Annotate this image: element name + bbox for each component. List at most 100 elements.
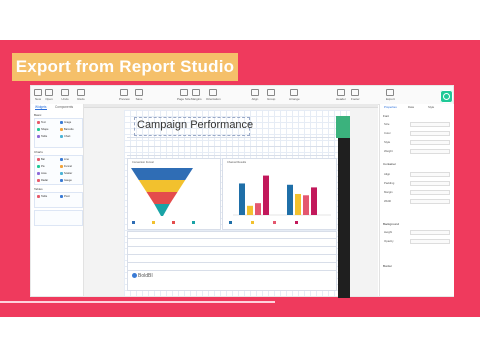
details-table[interactable] — [127, 231, 337, 291]
accent-divider — [0, 301, 275, 303]
widget-item-scatter[interactable]: Scatter — [60, 172, 72, 175]
table-icon — [37, 195, 40, 198]
prop-input-opacity[interactable] — [410, 239, 450, 244]
tab-components[interactable]: Components — [55, 105, 73, 109]
prop-input-size[interactable] — [410, 122, 450, 127]
properties-panel: Properties Data Style Font Container Backg… — [379, 104, 454, 296]
widget-item-table[interactable]: Table — [37, 195, 47, 198]
image-element-side[interactable] — [338, 138, 350, 298]
design-canvas[interactable]: Campaign Performance Conversion Funnel C… — [84, 104, 378, 298]
logo-mark-icon — [132, 273, 137, 279]
funnel-stage-3 — [146, 192, 178, 204]
prop-input-padding[interactable] — [410, 181, 450, 186]
table-widgets-group-2 — [34, 210, 83, 226]
section-font[interactable]: Font — [383, 114, 389, 118]
prop-label-margin: Margin — [384, 190, 393, 194]
open-icon — [45, 89, 53, 96]
toolbar-page-size-button[interactable]: Page Size — [177, 89, 191, 101]
toolbar-margins-button[interactable]: Margins — [191, 89, 202, 101]
export-icon — [386, 89, 395, 96]
prop-label-height: Height — [384, 230, 393, 234]
report-title[interactable]: Campaign Performance — [137, 119, 253, 131]
save-icon — [135, 89, 143, 96]
bar-legend-swatch — [251, 221, 254, 224]
prop-input-weight[interactable] — [410, 149, 450, 154]
widget-item-shape[interactable]: Shape — [37, 128, 49, 131]
widget-item-label: Line — [64, 158, 69, 162]
widget-item-radar[interactable]: Radar — [37, 179, 48, 182]
barcode-icon — [60, 128, 63, 131]
tab-data[interactable]: Data — [408, 105, 414, 109]
section-charts[interactable]: Charts — [34, 150, 43, 154]
logo-text: BoldBI — [138, 273, 153, 279]
tab-style[interactable]: Style — [428, 105, 434, 109]
widget-item-chart[interactable]: Chart — [60, 135, 70, 138]
export-action-button[interactable] — [440, 90, 453, 103]
toolbar-orientation-button[interactable]: Orientation — [206, 89, 221, 101]
company-logo: BoldBI — [132, 273, 153, 279]
table-row-line — [127, 155, 335, 156]
toolbar-footer-button[interactable]: Footer — [351, 89, 360, 101]
export-icon — [443, 93, 450, 100]
section-border[interactable]: Border — [383, 264, 392, 268]
image-element-top[interactable] — [336, 116, 350, 138]
funnel-chart — [131, 168, 195, 224]
section-tables[interactable]: Tables — [34, 187, 43, 191]
tab-properties[interactable]: Properties — [384, 105, 397, 109]
toolbar-group-button[interactable]: Group — [267, 89, 275, 101]
section-basic[interactable]: Basic — [34, 113, 41, 117]
chart-widgets-group: Bar Line Pie Funnel Area Scatter Radar Gauge — [34, 155, 83, 185]
widget-item-image[interactable]: Image — [60, 121, 71, 124]
toolbar-undo-button[interactable]: Undo — [61, 89, 69, 101]
prop-input-height[interactable] — [410, 230, 450, 235]
bar-0-2 — [255, 203, 261, 215]
toolbar-redo-button[interactable]: Redo — [77, 89, 85, 101]
section-container[interactable]: Container — [383, 162, 396, 166]
header-icon — [336, 89, 345, 96]
prop-input-style[interactable] — [410, 140, 450, 145]
toolbar-new-button[interactable]: New — [34, 89, 42, 101]
orientation-icon — [209, 89, 218, 96]
prop-label-style: Style — [384, 140, 391, 144]
bar-0-0 — [239, 183, 245, 215]
prop-input-color[interactable] — [410, 131, 450, 136]
toolbar-export-button[interactable]: Export — [386, 89, 395, 101]
bar-chart — [229, 175, 331, 224]
widget-item-funnel[interactable]: Funnel — [60, 165, 72, 168]
widget-item-pie[interactable]: Pie — [37, 165, 45, 168]
prop-input-align[interactable] — [410, 172, 450, 177]
widget-item-bar[interactable]: Bar — [37, 158, 45, 161]
widget-item-line[interactable]: Line — [60, 158, 69, 161]
tab-widgets[interactable]: Widgets — [35, 105, 47, 110]
section-background[interactable]: Background — [383, 222, 399, 226]
toolbar-align-button[interactable]: Align — [251, 89, 259, 101]
toolbar-save-button[interactable]: Save — [135, 89, 143, 101]
widget-item-text[interactable]: Text — [37, 121, 46, 124]
redo-icon — [77, 89, 85, 96]
toolbar-preview-button[interactable]: Preview — [119, 89, 130, 101]
widget-item-barcode[interactable]: Barcode — [60, 128, 74, 131]
prop-input-width[interactable] — [410, 199, 450, 204]
bottom-white-band — [0, 317, 480, 360]
toolbar-label: Footer — [351, 97, 360, 101]
toolbar-label: Group — [267, 97, 276, 101]
widget-item-label: Pie — [41, 165, 45, 169]
widget-item-label: Radar — [41, 179, 49, 183]
widget-item-table[interactable]: Table — [37, 135, 47, 138]
funnel-chart-panel[interactable]: Conversion Funnel — [127, 158, 221, 230]
bar-legend-swatch — [295, 221, 298, 224]
prop-input-margin[interactable] — [410, 190, 450, 195]
footer-icon — [351, 89, 360, 96]
bar-chart-panel[interactable]: Channel Results — [222, 158, 337, 230]
page-size-icon — [179, 89, 188, 96]
toolbar-header-button[interactable]: Header — [336, 89, 346, 101]
bar-1-1 — [295, 193, 301, 215]
widget-item-area[interactable]: Area — [37, 172, 46, 175]
widget-item-label: Gauge — [64, 179, 72, 183]
toolbar-arrange-button[interactable]: Arrange — [289, 89, 300, 101]
funnel-legend-swatch — [172, 221, 175, 224]
toolbar-open-button[interactable]: Open — [45, 89, 53, 101]
widget-item-pivot[interactable]: Pivot — [60, 195, 70, 198]
widget-item-gauge[interactable]: Gauge — [60, 179, 72, 182]
report-page[interactable]: Campaign Performance Conversion Funnel C… — [124, 110, 350, 298]
